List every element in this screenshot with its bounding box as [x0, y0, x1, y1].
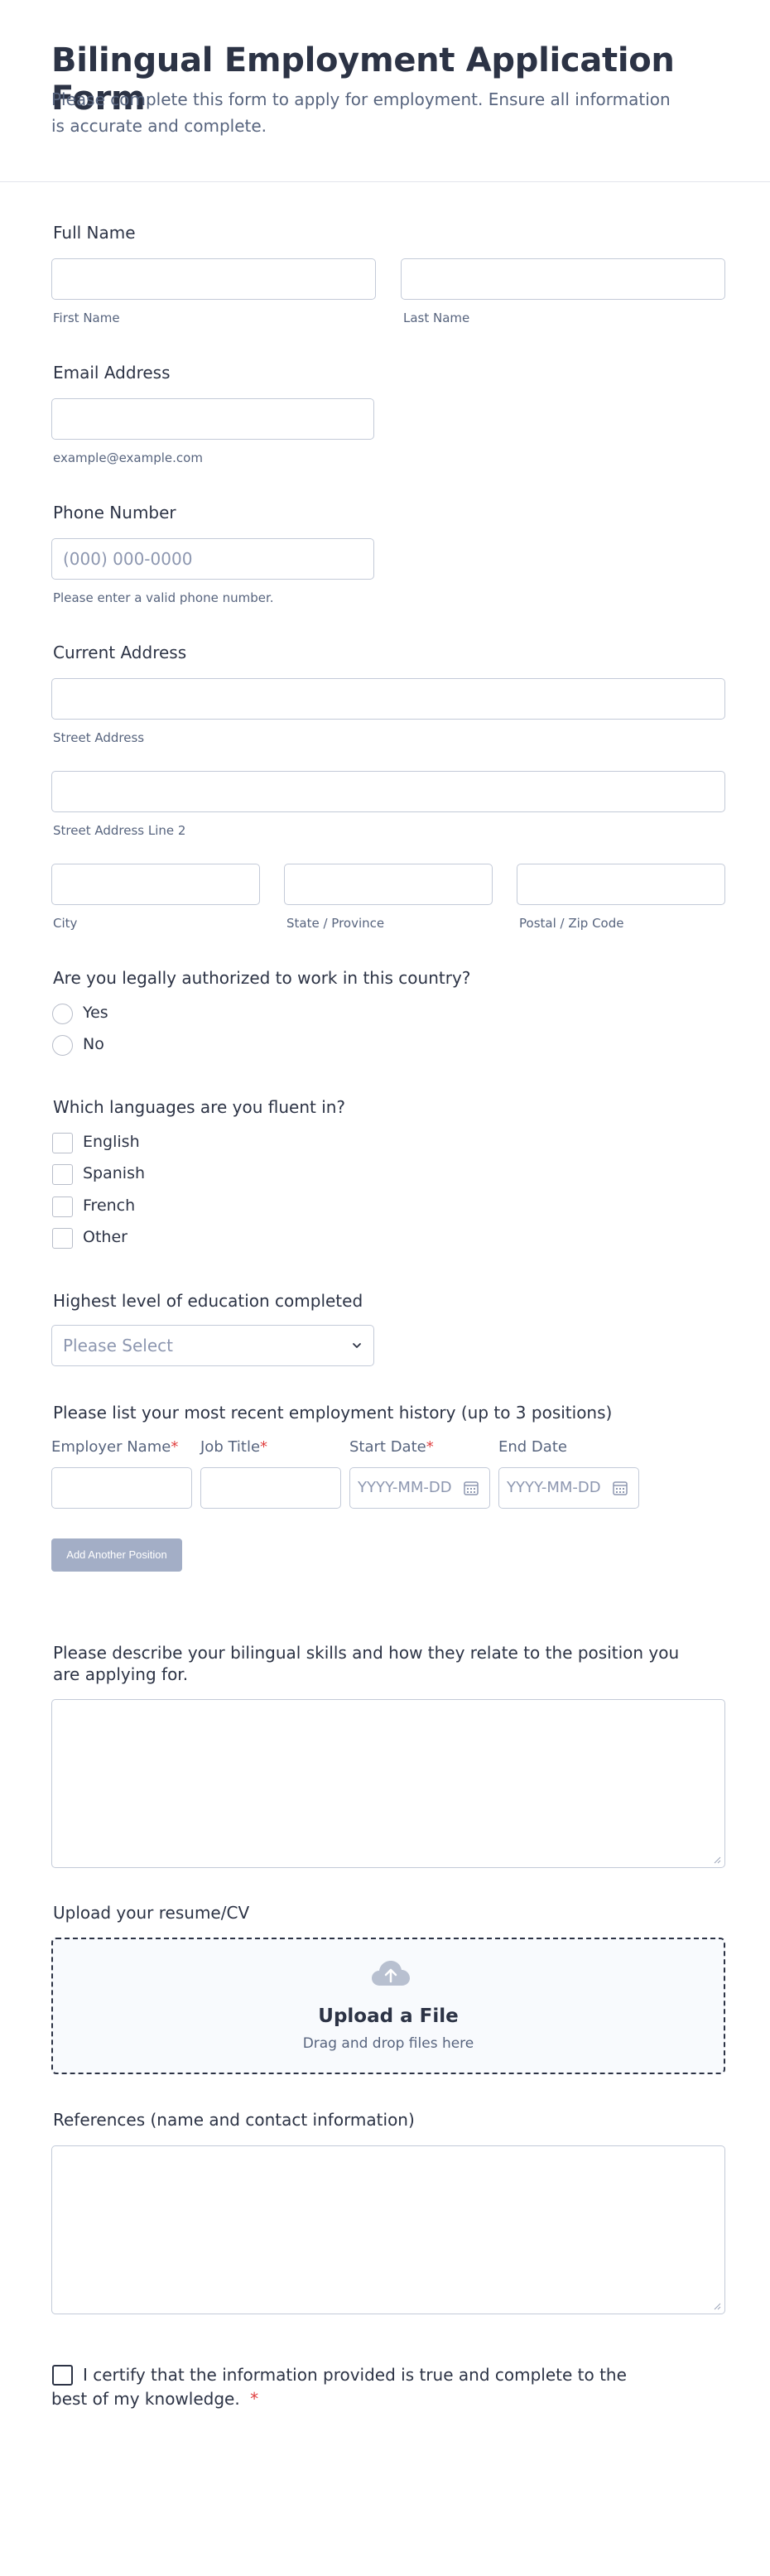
phone-placeholder: (000) 000-0000 [63, 549, 193, 569]
bilingual-skills-textarea[interactable] [51, 1699, 725, 1868]
radio-yes[interactable] [52, 1004, 73, 1024]
checkbox-spanish-label[interactable]: Spanish [83, 1164, 145, 1182]
checkbox-english[interactable] [52, 1133, 73, 1153]
required-marker: * [250, 2389, 259, 2409]
phone-label: Phone Number [53, 503, 176, 522]
form-description: Please complete this form to apply for e… [51, 89, 671, 136]
email-input[interactable] [51, 398, 374, 440]
resume-upload-dropzone[interactable]: Upload a File Drag and drop files here [51, 1938, 725, 2074]
start-date-input[interactable]: YYYY-MM-DD [349, 1467, 490, 1509]
job-title-header: Job Title* [200, 1438, 268, 1456]
resize-handle-icon[interactable] [713, 1856, 721, 1864]
bilingual-skills-label: Please describe your bilingual skills an… [53, 1643, 680, 1684]
zip-sublabel: Postal / Zip Code [519, 916, 624, 931]
phone-input[interactable]: (000) 000-0000 [51, 538, 374, 580]
checkbox-other[interactable] [52, 1228, 73, 1249]
start-date-placeholder: YYYY-MM-DD [358, 1479, 452, 1496]
references-textarea[interactable] [51, 2145, 725, 2314]
cloud-upload-icon [372, 1961, 410, 1986]
chevron-down-icon [353, 1343, 361, 1348]
add-position-button[interactable]: Add Another Position [51, 1538, 182, 1572]
checkbox-french[interactable] [52, 1197, 73, 1217]
state-sublabel: State / Province [286, 916, 385, 931]
upload-title: Upload a File [318, 2005, 459, 2027]
city-sublabel: City [53, 916, 78, 931]
state-input[interactable] [284, 864, 493, 905]
education-label: Highest level of education completed [53, 1291, 363, 1311]
resume-label: Upload your resume/CV [53, 1903, 250, 1923]
employment-label: Please list your most recent employment … [53, 1403, 613, 1423]
last-name-sublabel: Last Name [403, 311, 470, 325]
first-name-sublabel: First Name [53, 311, 120, 325]
email-sublabel: example@example.com [53, 450, 203, 465]
full-name-label: Full Name [53, 223, 136, 243]
checkbox-english-label[interactable]: English [83, 1133, 140, 1151]
street-address-input[interactable] [51, 678, 725, 720]
calendar-icon[interactable] [463, 1480, 479, 1496]
languages-label: Which languages are you fluent in? [53, 1097, 346, 1117]
street-address-sublabel: Street Address [53, 730, 145, 745]
education-selected-value: Please Select [63, 1336, 173, 1355]
radio-no-label[interactable]: No [83, 1035, 104, 1053]
form-header: Bilingual Employment Application Form Pl… [0, 0, 770, 182]
start-date-header: Start Date* [349, 1438, 434, 1456]
checkbox-spanish[interactable] [52, 1164, 73, 1185]
end-date-header: End Date [498, 1438, 567, 1456]
address-label: Current Address [53, 643, 187, 662]
employer-name-header: Employer Name* [51, 1438, 179, 1456]
employer-name-input[interactable] [51, 1467, 192, 1509]
certify-text: I certify that the information provided … [51, 2365, 627, 2409]
street-address-line2-input[interactable] [51, 771, 725, 812]
street-address-line2-sublabel: Street Address Line 2 [53, 823, 186, 838]
certify-label[interactable]: I certify that the information provided … [51, 2363, 647, 2411]
phone-sublabel: Please enter a valid phone number. [53, 590, 274, 605]
zip-input[interactable] [517, 864, 725, 905]
email-label: Email Address [53, 363, 171, 383]
job-title-input[interactable] [200, 1467, 341, 1509]
checkbox-other-label[interactable]: Other [83, 1228, 128, 1246]
end-date-placeholder: YYYY-MM-DD [507, 1479, 601, 1496]
last-name-input[interactable] [401, 258, 725, 300]
references-label: References (name and contact information… [53, 2110, 415, 2130]
upload-subtitle: Drag and drop files here [302, 2035, 474, 2052]
resize-handle-icon[interactable] [713, 2302, 721, 2310]
city-input[interactable] [51, 864, 260, 905]
calendar-icon[interactable] [612, 1480, 628, 1496]
end-date-input[interactable]: YYYY-MM-DD [498, 1467, 639, 1509]
radio-no[interactable] [52, 1035, 73, 1056]
authorized-label: Are you legally authorized to work in th… [53, 968, 471, 988]
education-select[interactable]: Please Select [51, 1325, 374, 1366]
first-name-input[interactable] [51, 258, 376, 300]
radio-yes-label[interactable]: Yes [83, 1004, 108, 1022]
checkbox-french-label[interactable]: French [83, 1197, 135, 1215]
